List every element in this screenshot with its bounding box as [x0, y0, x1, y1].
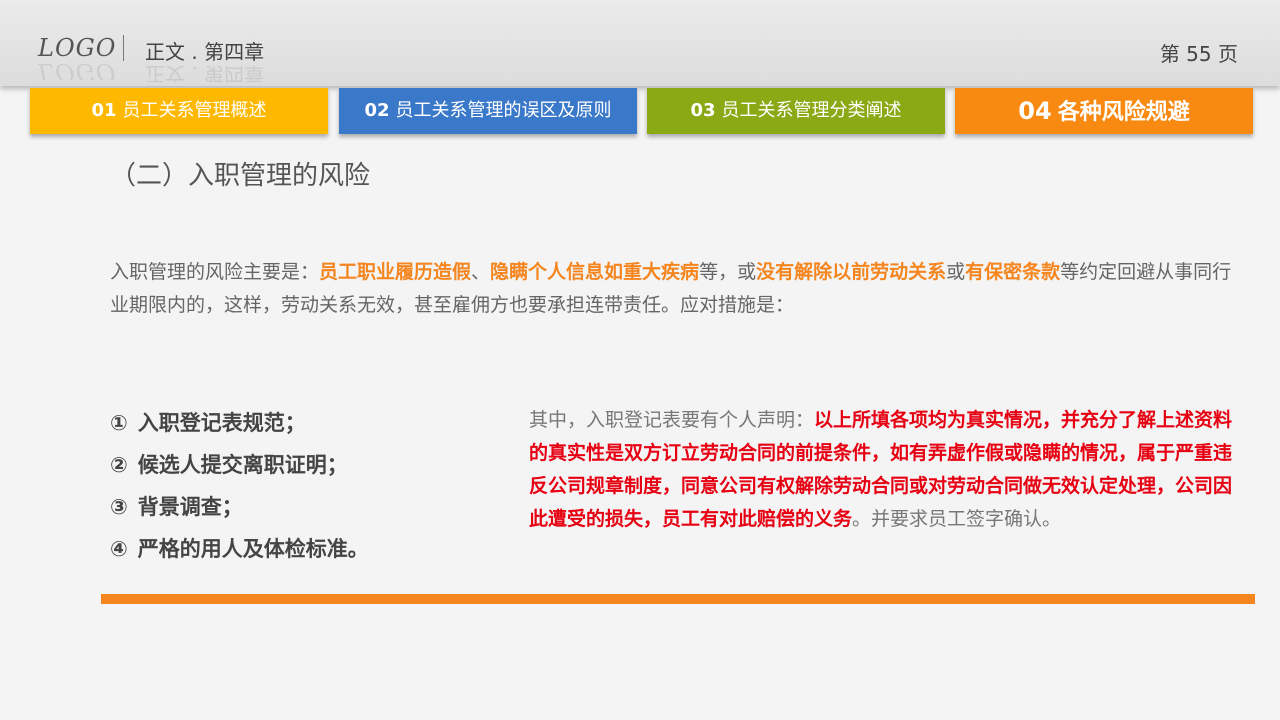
declaration-lead: 其中，入职登记表要有个人声明： [529, 409, 815, 431]
list-item: ④ 严格的用人及体检标准。 [110, 528, 490, 570]
intro-lead: 入职管理的风险主要是： [110, 261, 320, 283]
list-marker: ① [110, 411, 128, 435]
list-item: ③ 背景调查； [110, 486, 490, 528]
logo: LOGO [38, 34, 117, 62]
intro-separator: 或 [946, 261, 966, 283]
header-divider [123, 35, 124, 61]
risk-highlight: 没有解除以前劳动关系 [756, 261, 947, 283]
tab-number: 01 [91, 100, 117, 121]
list-item: ② 候选人提交离职证明； [110, 444, 490, 486]
tab-classification[interactable]: 03 员工关系管理分类阐述 [647, 88, 945, 134]
list-item-text: 严格的用人及体检标准。 [137, 537, 369, 561]
risk-highlight: 隐瞒个人信息如重大疾病 [490, 261, 700, 283]
tab-number: 03 [690, 100, 716, 121]
section-title: （二）入职管理的风险 [110, 161, 371, 191]
declaration-paragraph: 其中，入职登记表要有个人声明：以上所填各项均为真实情况，并充分了解上述资料的真实… [529, 404, 1241, 536]
chapter-label: 正文 . 第四章 [145, 40, 265, 64]
risk-highlight: 有保密条款 [965, 261, 1061, 283]
tab-misconceptions[interactable]: 02 员工关系管理的误区及原则 [339, 88, 637, 134]
logo-reflection: LOGO [38, 64, 117, 80]
declaration-tail: 。并要求员工签字确认。 [852, 508, 1062, 530]
list-item-text: 候选人提交离职证明； [137, 453, 348, 477]
list-item: ① 入职登记表规范； [110, 402, 490, 444]
list-item-text: 入职登记表规范； [137, 411, 306, 435]
intro-paragraph: 入职管理的风险主要是：员工职业履历造假、隐瞒个人信息如重大疾病等，或没有解除以前… [110, 256, 1250, 322]
chapter-label-reflection: 正文 . 第四章 [145, 66, 265, 82]
tab-risk-avoidance[interactable]: 04 各种风险规避 [955, 88, 1253, 134]
intro-separator: 等，或 [699, 261, 757, 283]
list-item-text: 背景调查； [137, 495, 243, 519]
header-bar: LOGO LOGO 正文 . 第四章 正文 . 第四章 第 55 页 [0, 0, 1280, 86]
intro-separator: 、 [471, 261, 491, 283]
tab-label: 各种风险规避 [1057, 100, 1190, 125]
tab-label: 员工关系管理概述 [122, 100, 267, 121]
measures-list: ① 入职登记表规范； ② 候选人提交离职证明； ③ 背景调查； ④ 严格的用人及体检标准… [110, 402, 490, 570]
bottom-accent-bar [101, 594, 1255, 604]
list-marker: ② [110, 453, 128, 477]
tab-number: 04 [1018, 97, 1052, 125]
tab-label: 员工关系管理分类阐述 [721, 100, 902, 121]
risk-highlight: 员工职业履历造假 [319, 261, 472, 283]
list-marker: ④ [110, 537, 128, 561]
tab-number: 02 [364, 100, 390, 121]
list-marker: ③ [110, 495, 128, 519]
page-number: 第 55 页 [1159, 42, 1238, 66]
tab-overview[interactable]: 01 员工关系管理概述 [30, 88, 328, 134]
tab-label: 员工关系管理的误区及原则 [395, 100, 612, 121]
